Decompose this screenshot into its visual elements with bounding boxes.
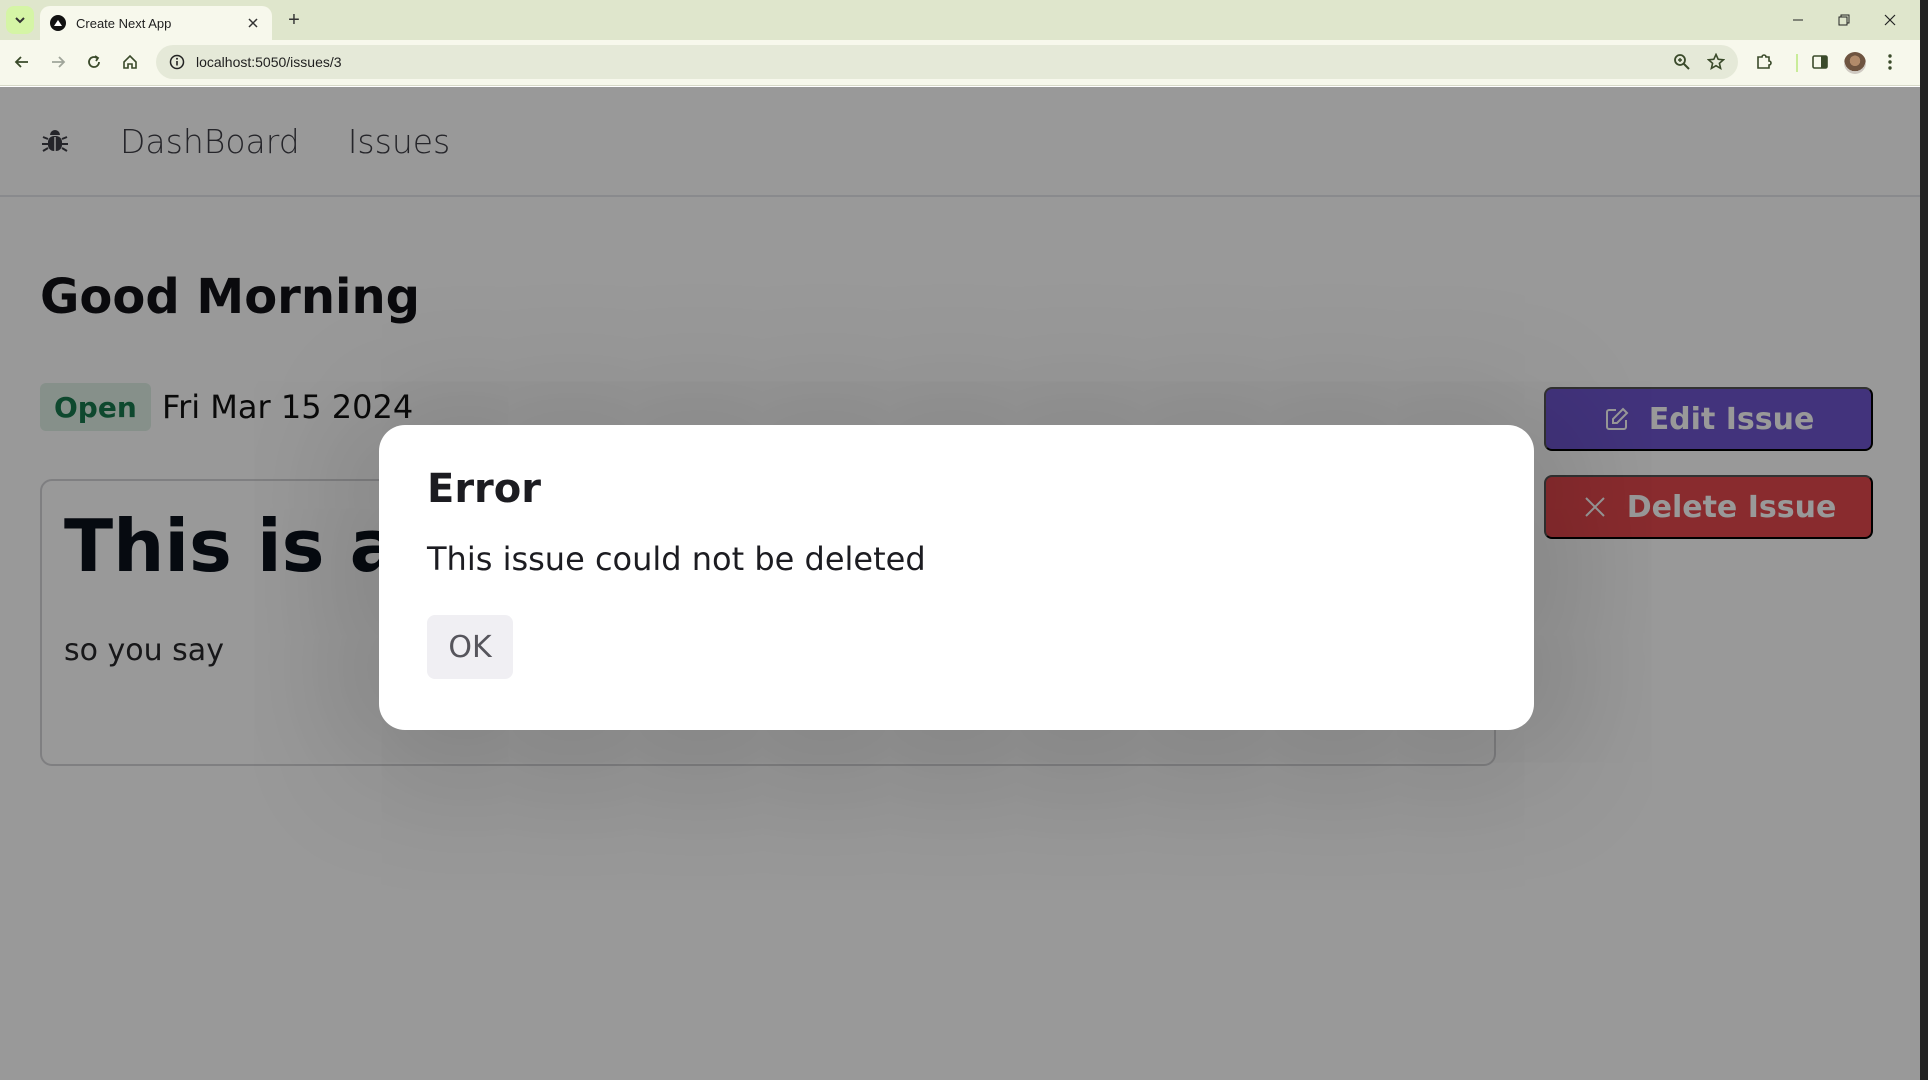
puzzle-icon [1757,54,1772,69]
url-text[interactable]: localhost:5050/issues/3 [196,54,342,70]
restore-button[interactable] [1822,6,1866,34]
reload-icon [88,55,100,68]
chevron-down-icon [15,17,25,24]
bookmark-button[interactable] [1702,48,1730,76]
arrow-right-icon [52,56,66,68]
minimize-button[interactable] [1776,6,1820,34]
tab-search-button[interactable] [6,6,34,34]
dialog-message: This issue could not be deleted [427,540,926,578]
new-tab-button[interactable]: + [282,8,306,32]
browser-toolbar: localhost:5050/issues/3 [0,40,1920,86]
zoom-button[interactable] [1668,48,1696,76]
toolbar-divider [1796,54,1798,72]
background-window-edge [1920,0,1928,1080]
more-vertical-icon [1888,54,1892,70]
error-dialog: Error This issue could not be deleted OK [379,425,1534,730]
profile-avatar[interactable] [1844,52,1866,74]
zoom-in-icon [1674,54,1690,70]
browser-tab[interactable]: Create Next App [40,6,272,40]
ok-button[interactable]: OK [427,615,513,679]
home-button[interactable] [116,48,144,76]
nextjs-favicon-icon [50,15,66,31]
close-icon[interactable] [244,14,262,32]
forward-button[interactable] [44,48,72,76]
tab-strip: Create Next App + [0,0,1920,40]
dialog-title: Error [427,466,541,512]
close-icon [1884,14,1896,26]
arrow-left-icon [14,56,28,68]
star-icon [1707,53,1725,71]
reload-button[interactable] [80,48,108,76]
minimize-icon [1793,19,1803,21]
address-bar[interactable]: localhost:5050/issues/3 [156,45,1738,79]
back-button[interactable] [8,48,36,76]
tab-title: Create Next App [76,15,172,31]
plus-icon: + [288,8,300,31]
restore-icon [1838,14,1850,26]
side-panel-button[interactable] [1806,48,1834,76]
extensions-button[interactable] [1750,48,1778,76]
browser-window: Create Next App + localhost:5050/issues/… [0,0,1920,1080]
side-panel-icon [1812,55,1828,69]
close-window-button[interactable] [1868,6,1912,34]
site-info-icon[interactable] [166,51,188,73]
browser-menu-button[interactable] [1876,48,1904,76]
home-icon [123,54,137,69]
